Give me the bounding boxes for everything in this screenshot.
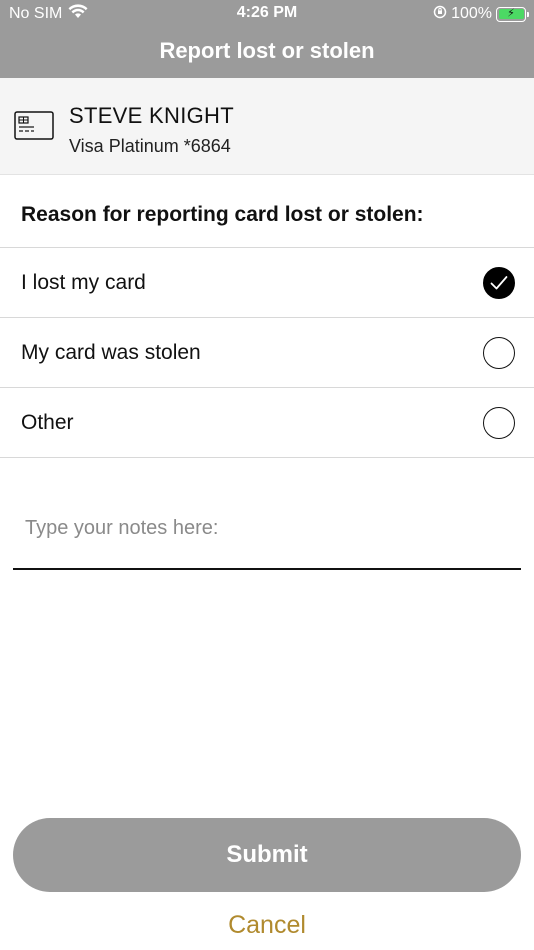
option-label: I lost my card <box>21 271 146 294</box>
checkmark-circle-icon[interactable] <box>483 267 515 299</box>
rotation-lock-icon <box>433 5 447 24</box>
card-info: STEVE KNIGHT Visa Platinum *6864 <box>0 78 534 175</box>
radio-empty-icon[interactable] <box>483 337 515 369</box>
option-label: My card was stolen <box>21 341 201 364</box>
top-bar: No SIM 4:26 PM 100% ⚡ Report lost or sto… <box>0 0 534 78</box>
submit-button[interactable]: Submit <box>13 818 521 892</box>
page-title: Report lost or stolen <box>159 38 375 63</box>
card-type-label: Visa Platinum *6864 <box>69 136 231 156</box>
radio-empty-icon[interactable] <box>483 407 515 439</box>
reason-section-header: Reason for reporting card lost or stolen… <box>0 175 534 248</box>
notes-input[interactable] <box>13 493 521 570</box>
battery-percent: 100% <box>451 5 492 22</box>
cancel-button[interactable]: Cancel <box>0 905 534 945</box>
card-holder-name: STEVE KNIGHT <box>69 103 234 128</box>
battery-icon: ⚡ <box>496 6 529 22</box>
status-bar-right: 100% ⚡ <box>433 4 529 24</box>
credit-card-icon <box>14 111 54 141</box>
report-lost-stolen-screen: No SIM 4:26 PM 100% ⚡ Report lost or sto… <box>0 0 534 950</box>
option-card-stolen[interactable]: My card was stolen <box>0 318 534 388</box>
option-other[interactable]: Other <box>0 388 534 458</box>
reason-heading: Reason for reporting card lost or stolen… <box>21 203 424 226</box>
option-lost-card[interactable]: I lost my card <box>0 248 534 318</box>
option-label: Other <box>21 411 74 434</box>
